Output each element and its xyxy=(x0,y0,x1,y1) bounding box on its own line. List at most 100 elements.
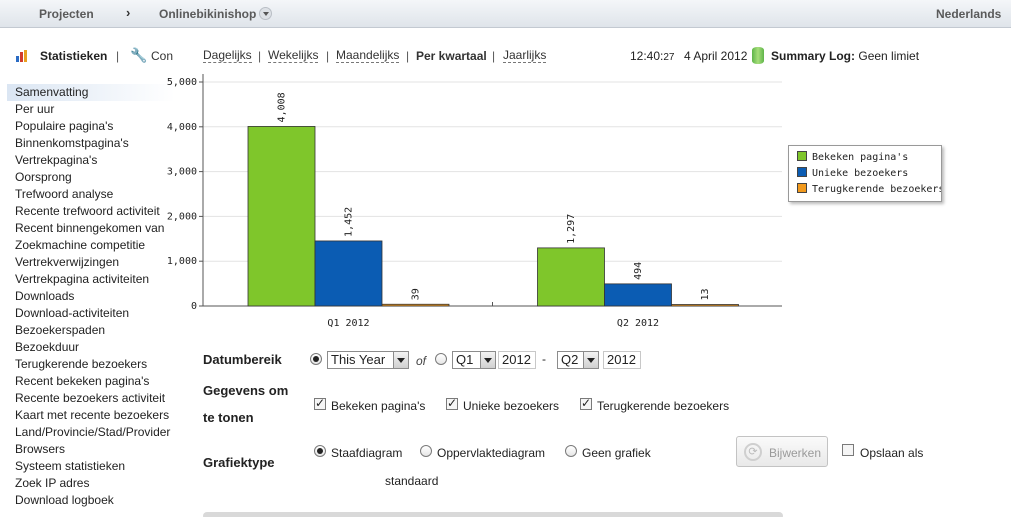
tab-separator: | xyxy=(326,49,330,63)
y-tick-label: 5,000 xyxy=(167,77,197,88)
data-label: 4,008 xyxy=(277,92,288,122)
summary-log-value: Geen limiet xyxy=(858,49,920,63)
chevron-down-icon[interactable] xyxy=(480,352,495,368)
statistics-tab[interactable]: Statistieken xyxy=(40,49,107,63)
sidebar-item[interactable]: Land/Provincie/Stad/Provider xyxy=(7,424,175,441)
save-default-label: Opslaan als xyxy=(860,446,924,460)
date-range-custom-radio[interactable] xyxy=(435,353,447,365)
sidebar-item[interactable]: Kaart met recente bezoekers xyxy=(7,407,175,424)
tab-daily[interactable]: Dagelijks xyxy=(203,49,252,63)
sidebar-item[interactable]: Recent bekeken pagina's xyxy=(7,373,175,390)
legend-item: Bekeken pagina's xyxy=(797,150,941,166)
project-selector[interactable]: Onlinebikinishop xyxy=(159,7,273,21)
statistics-chart-icon xyxy=(16,50,34,62)
clock-time: 12:40: xyxy=(630,49,664,63)
y-tick-label: 2,000 xyxy=(167,211,197,222)
data-label-line2: te tonen xyxy=(203,410,254,425)
projects-link[interactable]: Projecten xyxy=(39,7,94,21)
legend-swatch xyxy=(797,167,807,177)
top-bar: Projecten › Onlinebikinishop Nederlands xyxy=(0,0,1011,28)
chart-type-bar-label: Staafdiagram xyxy=(331,446,403,460)
date-range-select-value: This Year xyxy=(331,352,386,367)
data-label-line1: Gegevens om xyxy=(203,383,289,398)
database-icon xyxy=(752,47,764,64)
from-quarter-select[interactable]: Q1 xyxy=(452,351,496,369)
data-label: 39 xyxy=(411,288,422,300)
to-quarter-select[interactable]: Q2 xyxy=(557,351,599,369)
config-tab[interactable]: Con xyxy=(151,49,173,63)
legend-item: Unieke bezoekers xyxy=(797,166,941,182)
sidebar-item[interactable]: Recente trefwoord activiteit xyxy=(7,203,175,220)
sidebar-item[interactable]: Vertrekpagina activiteiten xyxy=(7,271,175,288)
project-name: Onlinebikinishop xyxy=(159,7,257,21)
chart-type-default-note: standaard xyxy=(385,474,439,488)
chart-type-none-label: Geen grafiek xyxy=(582,446,651,460)
sidebar-item[interactable]: Zoekmachine competitie xyxy=(7,237,175,254)
tab-monthly[interactable]: Maandelijks xyxy=(336,49,400,63)
legend-swatch xyxy=(797,151,807,161)
bar xyxy=(381,303,450,307)
sidebar-item[interactable]: Bezoekduur xyxy=(7,339,175,356)
sidebar-item[interactable]: Bezoekerspaden xyxy=(7,322,175,339)
date-range-label: Datumbereik xyxy=(203,352,282,367)
tab-quarterly[interactable]: Per kwartaal xyxy=(416,49,487,63)
y-tick-label: 0 xyxy=(191,301,197,312)
chart-type-bar-radio[interactable] xyxy=(314,445,326,457)
clock: 12:40:27 xyxy=(630,49,675,63)
bar xyxy=(247,126,316,307)
returning-visitors-checkbox[interactable] xyxy=(580,396,592,410)
bar xyxy=(314,240,383,307)
sidebar-item[interactable]: Download-activiteiten xyxy=(7,305,175,322)
sidebar-item[interactable]: Binnenkomstpagina's xyxy=(7,135,175,152)
sidebar-item[interactable]: Zoek IP adres xyxy=(7,475,175,492)
chevron-down-icon[interactable] xyxy=(259,7,273,20)
sidebar-item[interactable]: Samenvatting xyxy=(7,84,175,101)
date-range-preset-radio[interactable] xyxy=(310,353,322,365)
tab-yearly[interactable]: Jaarlijks xyxy=(503,49,547,63)
chevron-down-icon[interactable] xyxy=(583,352,598,368)
summary-log-label: Summary Log: xyxy=(771,49,856,63)
legend-label: Bekeken pagina's xyxy=(812,152,909,163)
chart-type-area-radio[interactable] xyxy=(420,445,432,457)
to-quarter-value: Q2 xyxy=(561,352,579,367)
from-year-field[interactable]: 2012 xyxy=(498,351,536,369)
refresh-icon: ⟳ xyxy=(744,443,762,461)
chevron-down-icon[interactable] xyxy=(393,352,408,368)
wrench-icon[interactable]: 🔧 xyxy=(130,47,147,64)
horizontal-scrollbar[interactable] xyxy=(203,512,783,517)
sidebar-item[interactable]: Per uur xyxy=(7,101,175,118)
sidebar-item[interactable]: Vertrekverwijzingen xyxy=(7,254,175,271)
chart-type-none-radio[interactable] xyxy=(565,445,577,457)
of-label: of xyxy=(416,354,427,368)
sidebar-item[interactable]: Populaire pagina's xyxy=(7,118,175,135)
sidebar-item[interactable]: Download logboek xyxy=(7,492,175,509)
to-year-field[interactable]: 2012 xyxy=(603,351,641,369)
date-range-select[interactable]: This Year xyxy=(327,351,409,369)
pageviews-checkbox[interactable] xyxy=(314,396,326,410)
save-default-checkbox[interactable] xyxy=(842,444,854,456)
tab-separator: | xyxy=(492,49,496,63)
update-button[interactable]: ⟳ Bijwerken xyxy=(736,436,828,467)
sidebar-item[interactable]: Vertrekpagina's xyxy=(7,152,175,169)
x-tick-label: Q1 2012 xyxy=(327,318,369,329)
x-tick-label: Q2 2012 xyxy=(617,318,659,329)
unique-visitors-checkbox[interactable] xyxy=(446,396,458,410)
update-button-label: Bijwerken xyxy=(769,446,822,460)
language-selector[interactable]: Nederlands xyxy=(936,7,1001,21)
data-label: 1,452 xyxy=(344,207,355,237)
y-tick-label: 4,000 xyxy=(167,122,197,133)
sidebar-item[interactable]: Browsers xyxy=(7,441,175,458)
sidebar-item[interactable]: Downloads xyxy=(7,288,175,305)
breadcrumb-chevron-icon: › xyxy=(126,5,131,20)
bar xyxy=(604,283,672,307)
returning-visitors-checkbox-label: Terugkerende bezoekers xyxy=(597,399,730,413)
toolbar-separator: | xyxy=(116,49,120,63)
sidebar-item[interactable]: Terugkerende bezoekers xyxy=(7,356,175,373)
clock-seconds: 27 xyxy=(663,52,675,63)
sidebar-item[interactable]: Recente bezoekers activiteit xyxy=(7,390,175,407)
sidebar-item[interactable]: Oorsprong xyxy=(7,169,175,186)
tab-weekly[interactable]: Wekelijks xyxy=(268,49,319,63)
sidebar-item[interactable]: Trefwoord analyse xyxy=(7,186,175,203)
sidebar-item[interactable]: Recent binnengekomen van xyxy=(7,220,175,237)
sidebar-item[interactable]: Systeem statistieken xyxy=(7,458,175,475)
